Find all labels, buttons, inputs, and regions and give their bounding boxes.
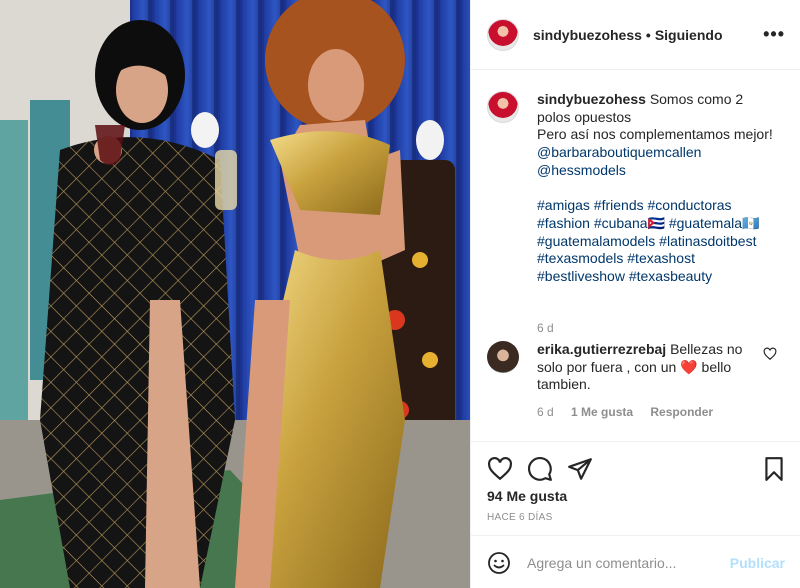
caption-line: Pero así nos complementamos mejor! bbox=[537, 126, 773, 143]
caption-line: polos opuestos bbox=[537, 108, 632, 125]
post-header: sindybuezohess • Siguiendo ••• bbox=[471, 0, 800, 70]
follow-status-button[interactable]: Siguiendo bbox=[655, 27, 723, 43]
caption-hashtags[interactable]: #texasmodels #texashost bbox=[537, 250, 787, 268]
post-photo[interactable] bbox=[0, 0, 470, 588]
photo-illustration bbox=[0, 0, 470, 588]
publish-button[interactable]: Publicar bbox=[730, 555, 785, 571]
post-timestamp[interactable]: HACE 6 DÍAS bbox=[487, 512, 553, 523]
caption-hashtags[interactable]: #fashion #cubana🇨🇺 #guatemala🇬🇹 bbox=[537, 215, 787, 233]
author-avatar[interactable] bbox=[487, 18, 519, 51]
comment-composer: Publicar bbox=[471, 535, 800, 588]
comment-likes[interactable]: 1 Me gusta bbox=[571, 405, 633, 419]
heart-emoji: ❤️ bbox=[680, 358, 698, 375]
share-paper-plane-icon[interactable] bbox=[567, 456, 593, 482]
save-bookmark-icon[interactable] bbox=[761, 456, 787, 482]
caption-text: sindybuezohess Somos como 2 polos opuest… bbox=[537, 91, 787, 286]
comment-timestamp[interactable]: 6 d bbox=[537, 405, 554, 419]
post-side-panel: sindybuezohess • Siguiendo ••• sindybuez… bbox=[470, 0, 800, 588]
caption-hashtags[interactable]: #amigas #friends #conductoras bbox=[537, 197, 787, 215]
comment-item: erika.gutierrezrebaj Bellezas no solo po… bbox=[487, 341, 787, 421]
caption-hashtags[interactable]: #guatemalamodels #latinasdoitbest bbox=[537, 233, 787, 251]
caption-timestamp[interactable]: 6 d bbox=[537, 321, 554, 335]
comment-actions: 6 d 1 Me gusta Responder bbox=[537, 405, 727, 419]
emoji-smiley-icon[interactable] bbox=[487, 551, 511, 575]
caption-line: Somos como 2 bbox=[649, 91, 744, 107]
caption-mention[interactable]: @barbaraboutiquemcallen bbox=[537, 144, 787, 162]
like-heart-icon[interactable] bbox=[487, 456, 513, 482]
caption-hashtags[interactable]: #bestliveshow #texasbeauty bbox=[537, 268, 787, 286]
separator-dot: • bbox=[645, 26, 651, 43]
comments-section[interactable]: sindybuezohess Somos como 2 polos opuest… bbox=[471, 71, 800, 441]
comment-bubble-icon[interactable] bbox=[527, 456, 553, 482]
like-comment-heart-icon[interactable] bbox=[763, 347, 777, 361]
commenter-avatar[interactable] bbox=[487, 341, 519, 373]
author-username[interactable]: sindybuezohess bbox=[533, 27, 642, 43]
reply-button[interactable]: Responder bbox=[650, 405, 713, 419]
caption-avatar[interactable] bbox=[487, 91, 519, 123]
caption-mention[interactable]: @hessmodels bbox=[537, 162, 787, 180]
more-options-icon[interactable]: ••• bbox=[763, 24, 785, 45]
comment-input[interactable] bbox=[527, 550, 717, 576]
comment-text: erika.gutierrezrebaj Bellezas no solo po… bbox=[537, 341, 751, 394]
commenter-username[interactable]: erika.gutierrezrebaj bbox=[537, 341, 666, 357]
likes-count[interactable]: 94 Me gusta bbox=[487, 488, 567, 504]
caption-author[interactable]: sindybuezohess bbox=[537, 91, 646, 107]
